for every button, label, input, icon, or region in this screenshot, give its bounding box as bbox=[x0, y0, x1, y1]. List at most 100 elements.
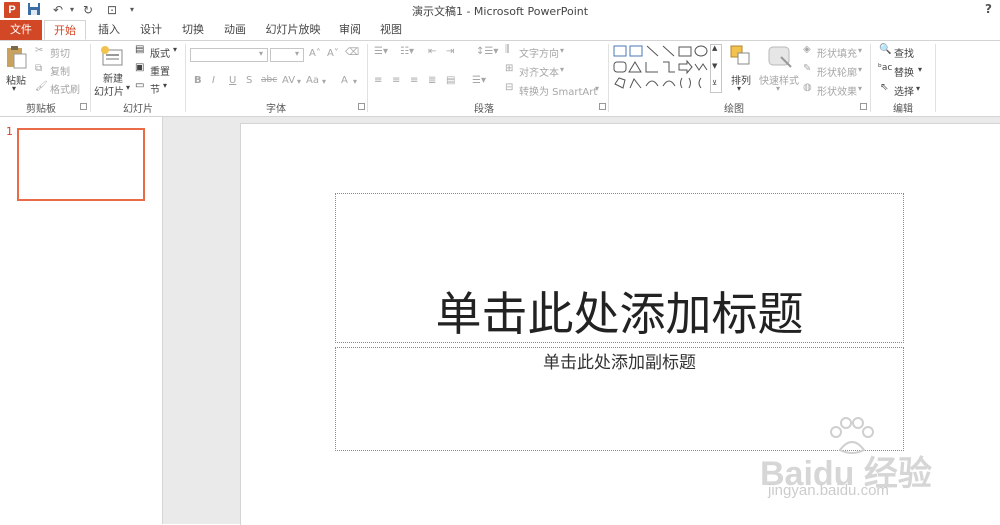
subtitle-placeholder-text[interactable]: 单击此处添加副标题 bbox=[335, 348, 904, 373]
help-icon[interactable]: ? bbox=[985, 2, 992, 16]
font-launcher-icon[interactable] bbox=[358, 103, 365, 110]
bullets-icon[interactable]: ☰▾ bbox=[374, 46, 388, 57]
section-button[interactable]: 节 bbox=[150, 81, 160, 96]
shapes-gallery[interactable] bbox=[613, 44, 709, 92]
replace-button[interactable]: 替换 bbox=[894, 64, 914, 79]
group-label-drawing: 绘图 bbox=[724, 104, 744, 115]
strikethrough-button[interactable]: abc bbox=[261, 75, 277, 85]
align-text-button[interactable]: 对齐文本 bbox=[519, 64, 559, 79]
paste-dropdown-icon[interactable]: ▾ bbox=[12, 84, 16, 93]
shape-outline-button[interactable]: 形状轮廓 bbox=[817, 64, 857, 79]
paste-icon[interactable] bbox=[5, 45, 27, 69]
select-cursor-icon: ⇖ bbox=[880, 82, 889, 93]
character-spacing-button[interactable]: AV bbox=[282, 75, 295, 86]
font-color-dropdown-icon[interactable]: ▾ bbox=[353, 77, 357, 86]
change-case-button[interactable]: Aa bbox=[306, 75, 319, 86]
distributed-icon[interactable]: ▤ bbox=[446, 75, 455, 86]
cut-button[interactable]: 剪切 bbox=[50, 45, 70, 60]
select-button[interactable]: 选择 bbox=[894, 83, 914, 98]
align-left-icon[interactable]: ≡ bbox=[374, 75, 382, 86]
italic-button[interactable]: I bbox=[212, 75, 215, 86]
gallery-down-icon[interactable]: ▼ bbox=[712, 62, 717, 70]
section-dropdown-icon[interactable]: ▾ bbox=[163, 81, 167, 90]
new-slide-icon[interactable] bbox=[100, 45, 124, 67]
shape-effects-icon: ◍ bbox=[803, 82, 812, 93]
clear-formatting-icon[interactable]: ⌫ bbox=[345, 47, 359, 58]
convert-smartart-button[interactable]: 转换为 SmartArt bbox=[519, 83, 597, 98]
shrink-font-button[interactable]: A˅ bbox=[327, 48, 339, 59]
text-shadow-button[interactable]: S bbox=[246, 75, 252, 86]
group-divider bbox=[90, 44, 91, 112]
slide-number: 1 bbox=[6, 125, 13, 138]
layout-dropdown-icon[interactable]: ▾ bbox=[173, 45, 177, 54]
align-center-icon[interactable]: ≡ bbox=[392, 75, 400, 86]
justify-icon[interactable]: ≣ bbox=[428, 75, 436, 86]
replace-dropdown-icon[interactable]: ▾ bbox=[918, 65, 922, 74]
find-button[interactable]: 查找 bbox=[894, 45, 914, 60]
paragraph-launcher-icon[interactable] bbox=[599, 103, 606, 110]
new-slide-button[interactable]: 幻灯片 bbox=[94, 83, 124, 98]
case-dropdown-icon[interactable]: ▾ bbox=[322, 77, 326, 86]
shape-fill-dropdown-icon[interactable]: ▾ bbox=[858, 46, 862, 55]
tab-view[interactable]: 视图 bbox=[374, 20, 408, 40]
format-painter-button[interactable]: 格式刷 bbox=[50, 81, 80, 96]
shape-fill-button[interactable]: 形状填充 bbox=[817, 45, 857, 60]
shape-fill-icon: ◈ bbox=[803, 44, 811, 55]
text-direction-dropdown-icon[interactable]: ▾ bbox=[560, 46, 564, 55]
group-label-slides: 幻灯片 bbox=[123, 104, 153, 115]
tab-transitions[interactable]: 切换 bbox=[176, 20, 210, 40]
font-name-dropdown[interactable] bbox=[190, 48, 268, 62]
copy-icon: ⧉ bbox=[35, 63, 43, 74]
text-direction-button[interactable]: 文字方向 bbox=[519, 45, 559, 60]
align-text-icon: ⊞ bbox=[505, 63, 514, 74]
tab-design[interactable]: 设计 bbox=[134, 20, 168, 40]
shape-outline-dropdown-icon[interactable]: ▾ bbox=[858, 65, 862, 74]
quick-styles-dropdown-icon[interactable]: ▾ bbox=[776, 84, 780, 93]
arrange-icon[interactable] bbox=[730, 45, 752, 67]
window-title: 演示文稿1 - Microsoft PowerPoint bbox=[411, 5, 589, 18]
shape-effects-dropdown-icon[interactable]: ▾ bbox=[858, 84, 862, 93]
font-color-button[interactable]: A bbox=[341, 75, 348, 86]
shape-outline-icon: ✎ bbox=[803, 63, 812, 74]
drawing-launcher-icon[interactable] bbox=[860, 103, 867, 110]
bold-button[interactable]: B bbox=[194, 75, 202, 86]
shape-effects-button[interactable]: 形状效果 bbox=[817, 83, 857, 98]
title-placeholder-text[interactable]: 单击此处添加标题 bbox=[335, 278, 904, 344]
quick-styles-icon[interactable] bbox=[767, 45, 793, 69]
tab-home[interactable]: 开始 bbox=[44, 20, 86, 40]
format-painter-icon: 🖌 bbox=[35, 81, 48, 92]
slide-thumbnail[interactable] bbox=[17, 128, 145, 201]
spacing-dropdown-icon[interactable]: ▾ bbox=[297, 77, 301, 86]
increase-indent-icon[interactable]: ⇥ bbox=[446, 46, 454, 57]
font-name-dropdown-icon: ▾ bbox=[259, 49, 264, 58]
select-dropdown-icon[interactable]: ▾ bbox=[916, 84, 920, 93]
copy-button[interactable]: 复制 bbox=[50, 63, 70, 78]
cut-icon: ✂ bbox=[35, 45, 44, 56]
line-spacing-icon[interactable]: ↕☰▾ bbox=[476, 46, 498, 57]
tab-insert[interactable]: 插入 bbox=[92, 20, 126, 40]
tab-animations[interactable]: 动画 bbox=[218, 20, 252, 40]
clipboard-launcher-icon[interactable] bbox=[80, 103, 87, 110]
decrease-indent-icon[interactable]: ⇤ bbox=[428, 46, 436, 57]
new-slide-dropdown-icon[interactable]: ▾ bbox=[126, 83, 130, 92]
group-label-paragraph: 段落 bbox=[474, 104, 494, 115]
group-label-font: 字体 bbox=[266, 104, 286, 115]
layout-button[interactable]: 版式 bbox=[150, 45, 170, 60]
underline-button[interactable]: U bbox=[229, 75, 236, 86]
reset-button[interactable]: 重置 bbox=[150, 63, 170, 78]
gallery-up-icon[interactable]: ▲ bbox=[712, 44, 717, 52]
smartart-icon: ⊟ bbox=[505, 82, 514, 93]
columns-icon[interactable]: ☰▾ bbox=[472, 75, 486, 86]
gallery-more-icon[interactable]: ⊻ bbox=[712, 79, 717, 87]
align-text-dropdown-icon[interactable]: ▾ bbox=[560, 65, 564, 74]
align-right-icon[interactable]: ≡ bbox=[410, 75, 418, 86]
font-size-dropdown-icon: ▾ bbox=[295, 49, 300, 58]
tab-slideshow[interactable]: 幻灯片放映 bbox=[262, 20, 324, 40]
numbering-icon[interactable]: ☷▾ bbox=[400, 46, 414, 57]
grow-font-button[interactable]: A˄ bbox=[309, 48, 321, 59]
tab-review[interactable]: 审阅 bbox=[333, 20, 367, 40]
tab-file[interactable]: 文件 bbox=[0, 20, 42, 40]
group-divider bbox=[870, 44, 871, 112]
smartart-dropdown-icon[interactable]: ▾ bbox=[595, 84, 599, 93]
arrange-dropdown-icon[interactable]: ▾ bbox=[737, 84, 741, 93]
